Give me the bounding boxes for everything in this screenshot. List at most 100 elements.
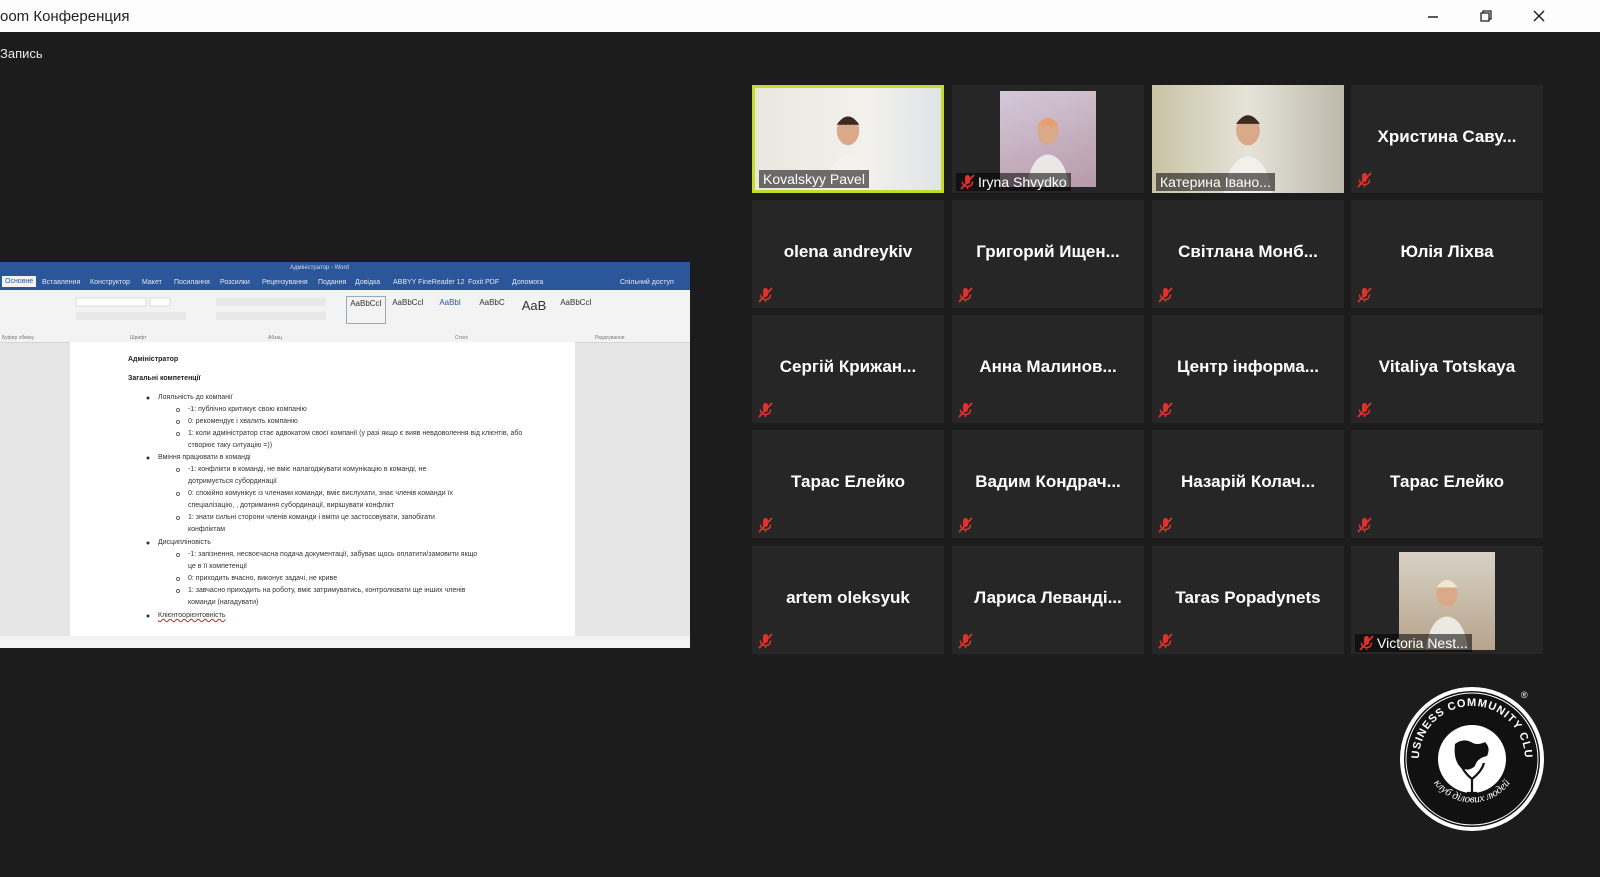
- logo-registered-mark: ®: [1521, 690, 1528, 700]
- restore-button[interactable]: [1471, 4, 1501, 28]
- participant-tile[interactable]: Victoria Nest...: [1351, 546, 1543, 654]
- participant-tile[interactable]: Назарій Колач...: [1152, 430, 1344, 538]
- participant-tile[interactable]: Тарас Елейко: [1351, 430, 1543, 538]
- tab-foxit[interactable]: Foxit PDF: [468, 279, 499, 286]
- muted-mic-icon: [1357, 634, 1375, 654]
- participant-tile[interactable]: Світлана Монб...: [1152, 200, 1344, 308]
- muted-mic-icon: [1156, 286, 1174, 304]
- muted-mic-icon: [956, 401, 974, 419]
- tab-insert[interactable]: Вставлення: [42, 279, 80, 286]
- participant-name: Григорий Ищен...: [976, 242, 1120, 261]
- tab-home[interactable]: Основне: [2, 276, 37, 287]
- ribbon-controls: [75, 297, 326, 320]
- style-sample[interactable]: AaBbCcI: [388, 296, 428, 324]
- participant-name: Victoria Nest...: [1355, 634, 1472, 652]
- participant-name: Vitaliya Totskaya: [1378, 357, 1516, 376]
- minimize-button[interactable]: [1418, 4, 1448, 28]
- muted-mic-icon: [1355, 516, 1373, 534]
- word-status-bar: [0, 636, 690, 648]
- document-page[interactable]: Адміністратор Загальні компетенції Лояль…: [70, 342, 575, 640]
- group-font: Шрифт: [130, 335, 147, 341]
- muted-mic-icon: [1355, 171, 1373, 189]
- word-title-bar: Адміністратор - Word: [0, 262, 690, 276]
- participant-tile[interactable]: olena andreykiv: [752, 200, 944, 308]
- muted-mic-icon: [756, 516, 774, 534]
- participant-tile[interactable]: Анна Малинов...: [952, 315, 1144, 423]
- muted-mic-icon: [1156, 632, 1174, 650]
- tab-abbyy[interactable]: ABBYY FineReader 12: [393, 279, 464, 286]
- participant-name: olena andreykiv: [783, 242, 913, 261]
- ribbon-tabs: Основне Вставлення Конструктор Макет Пос…: [0, 276, 690, 290]
- tab-review[interactable]: Рецензування: [262, 279, 308, 286]
- share-access[interactable]: Спільний доступ: [620, 279, 674, 286]
- shared-screen: Адміністратор - Word Основне Вставлення …: [0, 262, 690, 648]
- participant-name: Kovalskyy Pavel: [759, 170, 869, 188]
- participant-tile[interactable]: Юлія Ліхва: [1351, 200, 1543, 308]
- style-sample[interactable]: AaBbCcI: [346, 296, 386, 324]
- group-clipboard: Буфер обміну: [2, 335, 35, 341]
- participant-tile[interactable]: Kovalskyy Pavel: [752, 85, 944, 193]
- participant-name: Світлана Монб...: [1178, 242, 1318, 261]
- participant-name: Анна Малинов...: [979, 357, 1117, 376]
- muted-mic-icon: [956, 516, 974, 534]
- participant-name: Вадим Кондрач...: [975, 472, 1121, 491]
- muted-mic-icon: [756, 286, 774, 304]
- participant-tile[interactable]: Христина Саву...: [1351, 85, 1543, 193]
- participant-tile[interactable]: Катерина Івано...: [1152, 85, 1344, 193]
- participant-name: Taras Popadynets: [1175, 588, 1321, 607]
- tab-help[interactable]: Довідка: [355, 279, 380, 286]
- tab-references[interactable]: Посилання: [174, 279, 210, 286]
- muted-mic-icon: [956, 286, 974, 304]
- participant-tile[interactable]: Vitaliya Totskaya: [1351, 315, 1543, 423]
- participant-tile[interactable]: Вадим Кондрач...: [952, 430, 1144, 538]
- close-icon: [1533, 10, 1545, 22]
- participant-name: Юлія Ліхва: [1400, 242, 1494, 261]
- muted-mic-icon: [958, 173, 976, 193]
- tab-design[interactable]: Конструктор: [90, 279, 130, 286]
- participant-name: Сергій Крижан...: [779, 357, 917, 376]
- participant-name: Тарас Елейко: [1390, 472, 1504, 491]
- doc-bullets: [146, 396, 180, 618]
- group-paragraph: Абзац: [268, 335, 283, 341]
- muted-mic-icon: [1156, 516, 1174, 534]
- participant-tile[interactable]: Центр інформа...: [1152, 315, 1344, 423]
- muted-mic-icon: [756, 401, 774, 419]
- styles-gallery[interactable]: AaBbCcI AaBbCcI AaBbl AaBbC AaB AaBbCcI: [346, 296, 596, 324]
- ribbon-body: AaBbCcI AaBbCcI AaBbl AaBbC AaB AaBbCcI …: [0, 290, 690, 343]
- style-sample[interactable]: AaBbCcI: [556, 296, 596, 324]
- muted-mic-icon: [1355, 286, 1373, 304]
- participant-name: Iryna Shvydko: [956, 173, 1071, 191]
- participant-tile[interactable]: Сергій Крижан...: [752, 315, 944, 423]
- title-bar: oom Конференция: [0, 0, 1600, 32]
- business-community-club-logo: BUSINESS COMMUNITY CLUB клуб ділових люд…: [1397, 684, 1544, 831]
- tab-tell-me[interactable]: Допомога: [512, 279, 543, 286]
- muted-mic-icon: [956, 632, 974, 650]
- muted-mic-icon: [1156, 401, 1174, 419]
- participant-name: Христина Саву...: [1377, 127, 1517, 146]
- tab-view[interactable]: Подання: [318, 279, 346, 286]
- participant-tile[interactable]: Iryna Shvydko: [952, 85, 1144, 193]
- recording-label: Запись: [0, 46, 43, 61]
- participant-tile[interactable]: Лариса Леванді...: [952, 546, 1144, 654]
- tab-layout[interactable]: Макет: [142, 279, 162, 286]
- participant-tile[interactable]: Тарас Елейко: [752, 430, 944, 538]
- tab-mailings[interactable]: Розсилки: [220, 279, 250, 286]
- word-title: Адміністратор - Word: [290, 265, 349, 271]
- minimize-icon: [1428, 16, 1438, 18]
- participant-name: Назарій Колач...: [1180, 472, 1316, 491]
- window-title: oom Конференция: [0, 8, 130, 25]
- close-button[interactable]: [1524, 4, 1554, 28]
- style-sample[interactable]: AaBbC: [472, 296, 512, 324]
- participant-tile[interactable]: artem oleksyuk: [752, 546, 944, 654]
- group-editing: Редагування: [595, 335, 625, 341]
- muted-mic-icon: [756, 632, 774, 650]
- participant-tile[interactable]: Григорий Ищен...: [952, 200, 1144, 308]
- restore-icon: [1480, 10, 1492, 22]
- muted-mic-icon: [1355, 401, 1373, 419]
- participant-name: artem oleksyuk: [786, 588, 910, 607]
- participant-tile[interactable]: Taras Popadynets: [1152, 546, 1344, 654]
- style-sample[interactable]: AaBbl: [430, 296, 470, 324]
- participant-name: Лариса Леванді...: [974, 588, 1122, 607]
- participant-name: Катерина Івано...: [1156, 173, 1275, 191]
- style-sample[interactable]: AaB: [514, 296, 554, 324]
